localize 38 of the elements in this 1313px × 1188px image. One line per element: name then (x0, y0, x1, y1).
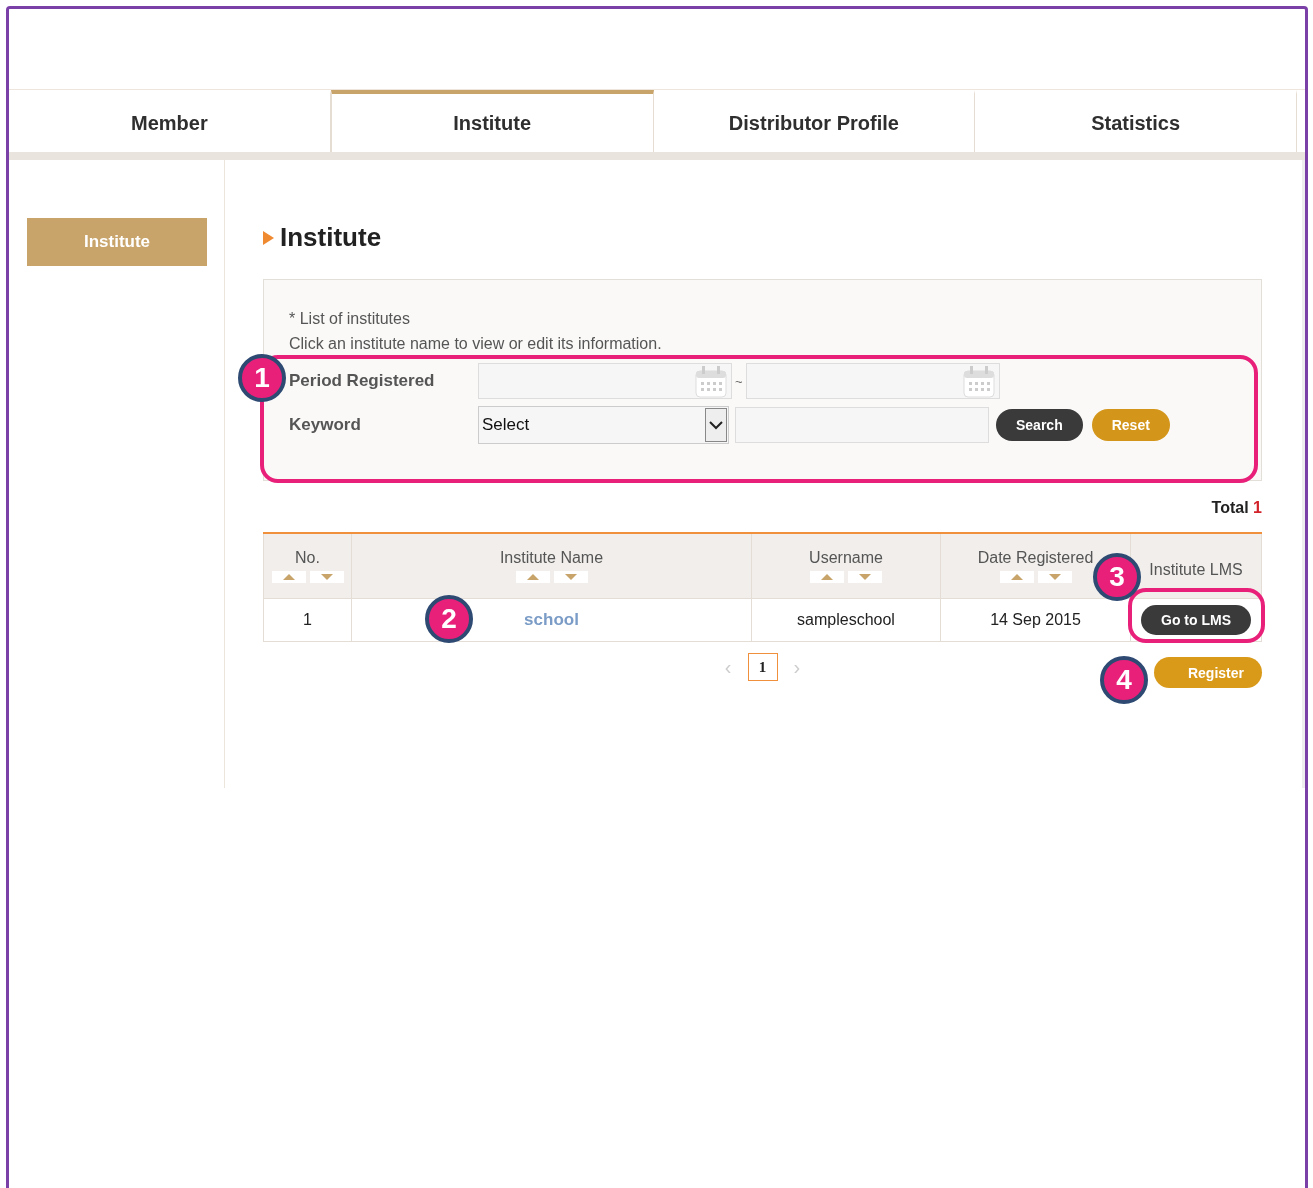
caret-icon (709, 420, 723, 430)
date-field[interactable] (478, 363, 732, 399)
note-text: Click an institute name to view or edit its information. (289, 334, 662, 354)
go-to-lms-button[interactable]: Go to LMS (1141, 605, 1251, 635)
step-badge: 1 (238, 354, 286, 402)
search-button[interactable]: Search (996, 409, 1083, 441)
sort-up-icon[interactable] (515, 571, 550, 583)
range-separator: ~ (735, 373, 743, 389)
column-header: Institute LMS (1130, 533, 1262, 599)
keyword-dropdown[interactable]: Select (478, 406, 729, 444)
page-button[interactable]: 1 (747, 653, 778, 681)
column-title: No. (295, 549, 320, 566)
column-title: Date Registered (977, 549, 1094, 566)
table-cell: 1 (263, 598, 352, 642)
total-count: Total 1 (1211, 499, 1262, 516)
note-text: * List of institutes (289, 309, 410, 329)
bullet-icon (263, 230, 274, 245)
column-title: Username (809, 549, 883, 566)
step-badge: 2 (425, 595, 473, 643)
dropdown-value: Select (482, 415, 530, 435)
calendar-icon[interactable] (962, 365, 995, 399)
sort-up-icon[interactable] (810, 571, 844, 583)
sort-down-icon[interactable] (309, 571, 344, 583)
nav-tab[interactable]: Institute (330, 90, 654, 152)
field-label: Period Registered (289, 371, 436, 391)
column-title: Institute Name (499, 549, 604, 566)
calendar-icon[interactable] (695, 365, 727, 399)
table-cell: sampleschool (751, 598, 941, 642)
keyword-field[interactable] (735, 407, 989, 443)
page-title: Institute (280, 222, 382, 253)
date-field[interactable] (745, 363, 1000, 399)
sort-down-icon[interactable] (1037, 571, 1072, 583)
sort-up-icon[interactable] (999, 571, 1034, 583)
field-label: Keyword (289, 415, 362, 435)
step-badge: 4 (1100, 656, 1148, 704)
sort-up-icon[interactable] (271, 571, 306, 583)
sort-down-icon[interactable] (848, 571, 882, 583)
sort-down-icon[interactable] (553, 571, 588, 583)
